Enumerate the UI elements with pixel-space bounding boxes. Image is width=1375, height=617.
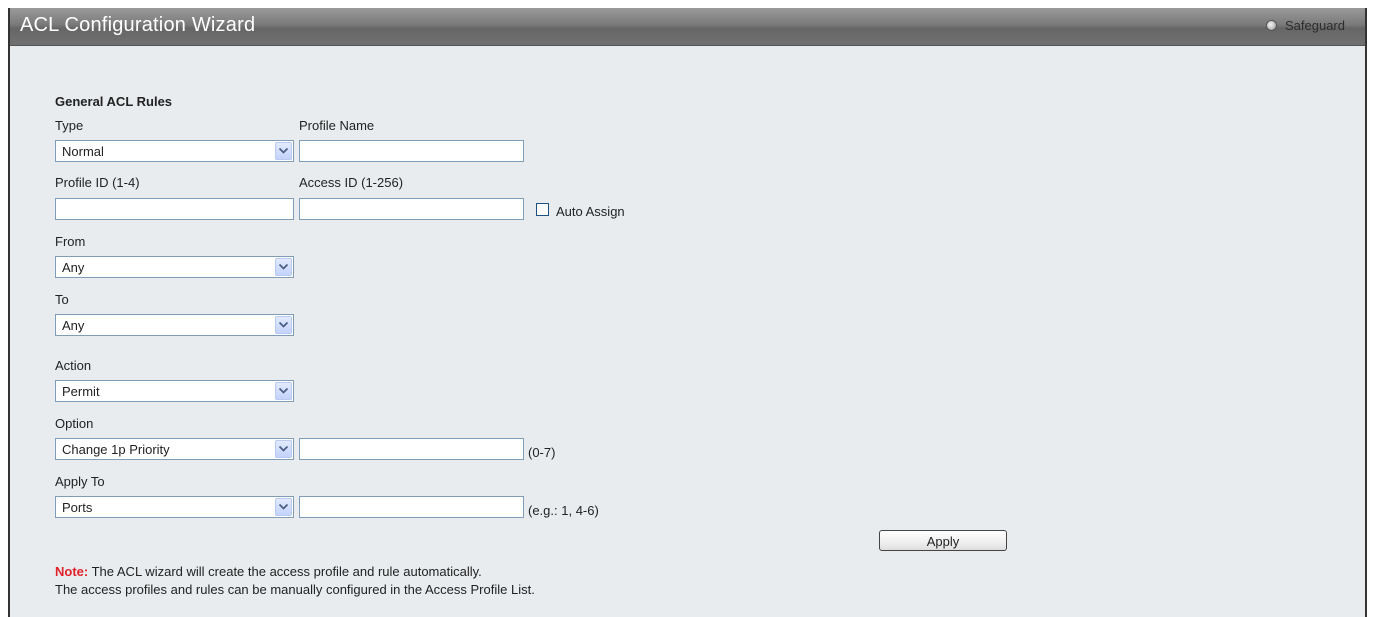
profile-id-label: Profile ID (1-4) [55,175,140,190]
to-select[interactable]: Any [55,314,294,336]
safeguard-label: Safeguard [1285,18,1345,33]
access-id-input[interactable] [299,198,524,220]
safeguard-indicator: Safeguard [1266,18,1345,33]
option-select[interactable]: Change 1p Priority [55,438,294,460]
page-title: ACL Configuration Wizard [20,14,256,36]
apply-to-label: Apply To [55,474,105,489]
type-label: Type [55,118,84,133]
from-select[interactable]: Any [55,256,294,278]
chevron-down-icon[interactable] [275,142,292,160]
title-bar: ACL Configuration Wizard Safeguard [10,8,1365,46]
from-select-value: Any [62,260,85,275]
auto-assign-label: Auto Assign [556,204,625,219]
option-label: Option [55,416,94,431]
note-text-1: The ACL wizard will create the access pr… [88,564,482,579]
from-label: From [55,234,86,249]
safeguard-indicator-icon [1266,20,1277,31]
action-select-value: Permit [62,384,100,399]
type-select-value: Normal [62,144,104,159]
to-label: To [55,292,69,307]
chevron-down-icon[interactable] [275,382,292,400]
priority-hint: (0-7) [528,445,556,460]
section-title: General ACL Rules [55,94,173,109]
apply-button[interactable]: Apply [879,530,1007,551]
option-select-value: Change 1p Priority [62,442,170,457]
to-select-value: Any [62,318,85,333]
ports-input[interactable] [299,496,524,518]
chevron-down-icon[interactable] [275,316,292,334]
auto-assign-checkbox[interactable] [536,203,549,216]
chevron-down-icon[interactable] [275,440,292,458]
action-label: Action [55,358,92,373]
apply-to-select-value: Ports [62,500,93,515]
profile-name-label: Profile Name [299,118,375,133]
chevron-down-icon[interactable] [275,258,292,276]
priority-input[interactable] [299,438,524,460]
action-select[interactable]: Permit [55,380,294,402]
access-id-label: Access ID (1-256) [299,175,404,190]
profile-id-input[interactable] [55,198,294,220]
acl-wizard-panel: ACL Configuration Wizard Safeguard Gener… [8,8,1367,617]
chevron-down-icon[interactable] [275,498,292,516]
profile-name-input[interactable] [299,140,524,162]
note-line-1: Note: The ACL wizard will create the acc… [55,564,482,579]
note-line-2: The access profiles and rules can be man… [55,582,535,597]
type-select[interactable]: Normal [55,140,294,162]
apply-to-select[interactable]: Ports [55,496,294,518]
note-prefix: Note: [55,564,89,579]
ports-hint: (e.g.: 1, 4-6) [528,503,599,518]
